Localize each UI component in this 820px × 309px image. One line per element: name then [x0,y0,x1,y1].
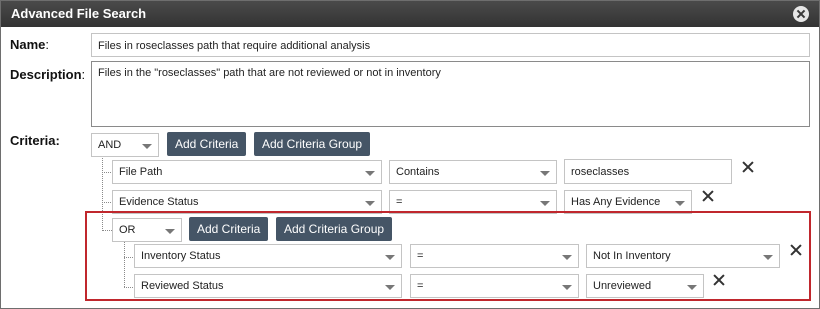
chevron-down-icon [540,171,550,176]
add-criteria-group-button[interactable]: Add Criteria Group [254,132,371,156]
name-label: Name: [10,37,50,52]
criteria-value-input[interactable]: roseclasses [564,159,732,184]
criteria-value: Has Any Evidence [571,196,661,208]
title-bar: Advanced File Search [1,1,819,27]
criteria-operator-select[interactable]: Contains [389,160,557,184]
description-label: Description: [10,67,86,82]
delete-criteria-x-icon[interactable] [742,161,754,173]
criteria-operator-value: Contains [396,166,440,178]
tree-branch [102,172,111,173]
advanced-file-search-dialog: Advanced File Search Name: Files in rose… [0,0,820,309]
criteria-field-value: File Path [119,166,163,178]
add-criteria-button[interactable]: Add Criteria [167,132,247,156]
criteria-field-value: Evidence Status [119,196,199,208]
root-operator-select[interactable]: AND [91,133,159,157]
criteria-operator-value: = [396,196,403,208]
criteria-label: Criteria: [10,133,60,148]
highlight-frame [85,211,811,301]
criteria-field-select[interactable]: File Path [112,160,382,184]
name-input[interactable]: Files in roseclasses path that require a… [91,33,810,57]
chevron-down-icon [365,171,375,176]
dialog-title: Advanced File Search [11,6,147,21]
chevron-down-icon [675,201,685,206]
chevron-down-icon [365,201,375,206]
description-textarea[interactable]: Files in the "roseclasses" path that are… [91,61,810,127]
chevron-down-icon [540,201,550,206]
tree-branch [102,202,111,203]
delete-criteria-x-icon[interactable] [702,190,714,202]
root-operator-value: AND [98,139,122,151]
close-icon[interactable] [793,6,809,22]
chevron-down-icon [142,144,152,149]
